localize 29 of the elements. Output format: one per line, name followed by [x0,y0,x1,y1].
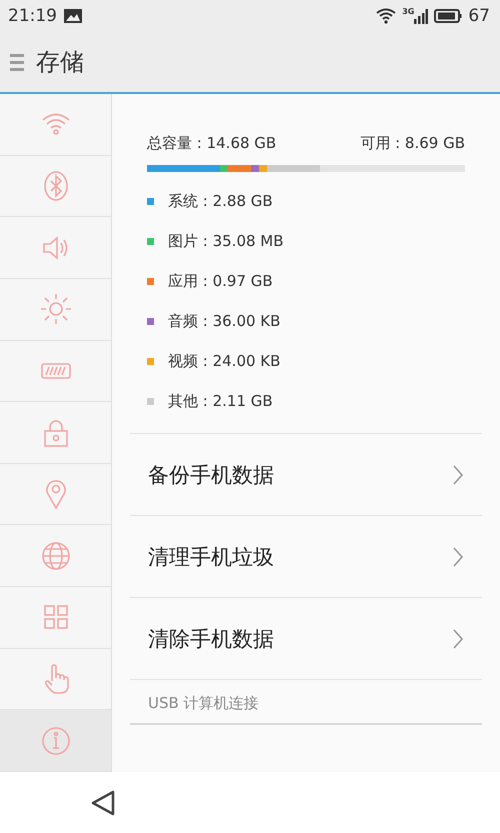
legend-label: 图片 : 35.08 MB [168,232,284,251]
legend-label: 系统 : 2.88 GB [168,192,273,211]
chevron-icon [452,628,464,650]
total-capacity: 总容量 : 14.68 GB [147,134,276,153]
page-title: 存储 [36,47,84,78]
legend-label: 视频 : 24.00 KB [168,352,280,371]
clock: 21:19 [8,6,57,26]
battery-percentage: 67 [468,6,490,26]
network-label: 3G [402,7,414,16]
chevron-icon [452,464,464,486]
image-icon [63,8,83,24]
sun-icon [40,293,72,326]
signal-icon [414,8,428,24]
legend-label: 音频 : 36.00 KB [168,312,280,331]
back-icon[interactable] [90,788,116,816]
chevron-icon [452,546,464,568]
legend-label: 其他 : 2.11 GB [168,392,273,411]
available-capacity: 可用 : 8.69 GB [360,134,465,153]
menu-item[interactable]: 清理手机垃圾 [130,515,482,597]
menu-item[interactable]: 备份手机数据 [130,433,482,515]
menu-icon[interactable] [10,53,24,71]
wifi-icon [376,8,396,24]
sidebar-item[interactable] [0,710,111,772]
globe-icon [40,540,72,572]
info-icon [40,724,72,757]
battery-icon [434,8,462,24]
menu-item[interactable]: 清除手机数据 [130,597,482,679]
legend-label: 应用 : 0.97 GB [168,272,273,291]
section-header: USB 计算机连接 [130,679,482,725]
